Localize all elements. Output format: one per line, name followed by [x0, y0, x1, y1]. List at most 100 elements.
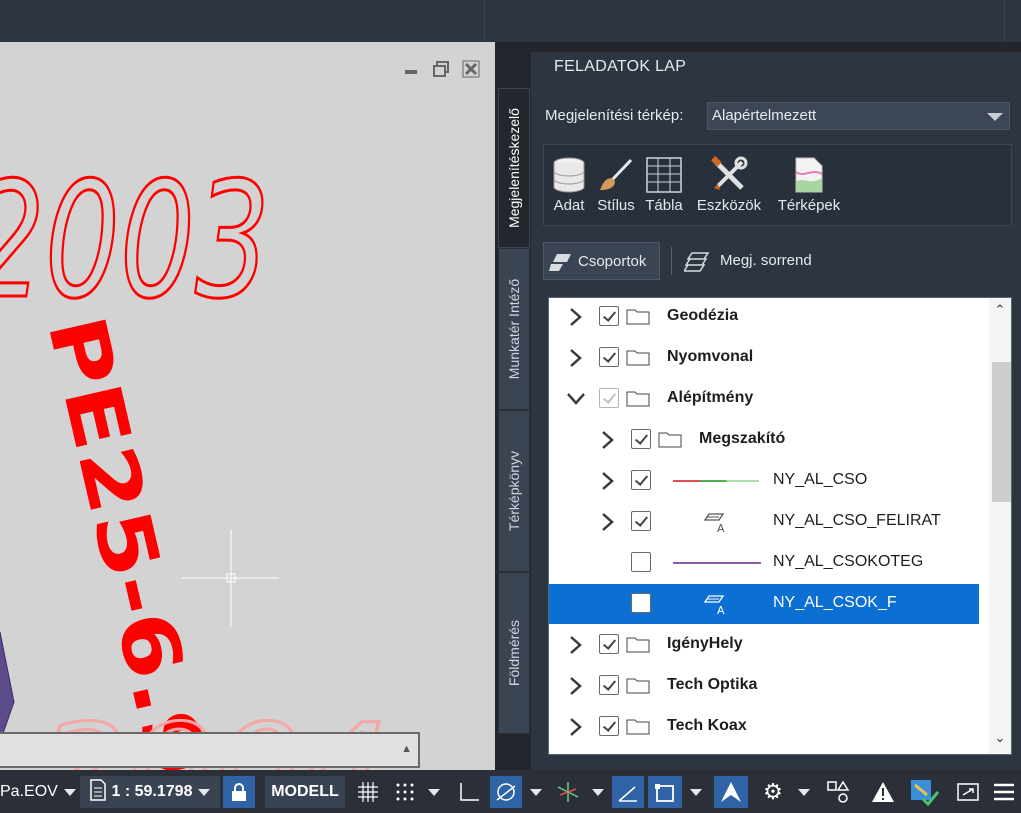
layer-row[interactable]: Tech Koax: [549, 707, 979, 747]
display-map-dropdown[interactable]: Alapértelmezett: [707, 102, 1010, 130]
groups-button[interactable]: Csoportok: [543, 242, 660, 280]
isodraft-dropdown-icon[interactable]: [588, 776, 608, 808]
object-snap-icon[interactable]: [648, 776, 682, 808]
chevron-right-icon[interactable]: [567, 676, 585, 696]
tool-data-button[interactable]: Adat: [549, 155, 589, 219]
coord-system-button[interactable]: Pa.EOV: [0, 776, 76, 808]
layer-tree[interactable]: Geodézia Nyomvonal Alépítmény Megszakító NY_…: [548, 297, 1012, 755]
layer-row[interactable]: NY_AL_CSOKOTEG: [549, 543, 979, 583]
chevron-down-icon: [987, 113, 1003, 121]
layer-label: Megszakító: [699, 430, 786, 447]
chevron-right-icon[interactable]: [567, 307, 585, 327]
folder-icon: [626, 308, 650, 325]
layer-label: Tech Optika: [667, 676, 758, 693]
visibility-checkbox[interactable]: [599, 388, 619, 408]
command-line[interactable]: ▲: [0, 732, 420, 768]
annotation-visibility-icon[interactable]: [714, 776, 748, 808]
groups-icon: [549, 252, 573, 276]
polar-dropdown-icon[interactable]: [526, 776, 546, 808]
chevron-right-icon[interactable]: [567, 635, 585, 655]
chevron-right-icon[interactable]: [567, 717, 585, 737]
layer-row[interactable]: Nyomvonal: [549, 338, 979, 378]
tool-style-button[interactable]: Stílus: [594, 155, 638, 219]
visibility-checkbox[interactable]: [631, 429, 651, 449]
scroll-up-icon[interactable]: ⌃: [993, 302, 1007, 318]
scroll-thumb[interactable]: [992, 362, 1011, 502]
tab-display-manager[interactable]: Megjelenítéskezelő: [498, 88, 530, 248]
sync-status-icon[interactable]: [904, 776, 944, 808]
tab-label: Földmérés: [506, 619, 522, 687]
draw-order-label: Megj. sorrend: [720, 252, 812, 269]
snap-dropdown-icon[interactable]: [424, 776, 444, 808]
fullscreen-icon[interactable]: [951, 776, 985, 808]
display-manager-panel: FELADATOK LAP Megjelenítési térkép: Alap…: [531, 52, 1021, 770]
visibility-checkbox[interactable]: [599, 634, 619, 654]
tree-scrollbar[interactable]: ⌃ ⌄: [989, 298, 1011, 754]
shapes-icon[interactable]: [822, 776, 854, 808]
layer-row[interactable]: NY_AL_CSO: [549, 461, 979, 501]
toolbar-divider: [671, 247, 672, 275]
folder-icon: [626, 718, 650, 735]
tab-label: Munkatér Intéző: [506, 278, 522, 380]
model-space-button[interactable]: MODELL: [265, 776, 345, 808]
visibility-checkbox[interactable]: [631, 552, 651, 572]
grid-icon[interactable]: [352, 776, 384, 808]
gear-icon[interactable]: ⚙: [756, 776, 790, 808]
drawing-viewport[interactable]: 2003 PE25-6.9 2004 ▲: [0, 42, 495, 770]
coord-system-value: Pa.EOV: [0, 783, 58, 800]
tab-map-book[interactable]: Térképkönyv: [498, 410, 530, 572]
visibility-checkbox[interactable]: [631, 470, 651, 490]
layer-row[interactable]: Tech Optika: [549, 666, 979, 706]
warning-icon[interactable]: [866, 776, 900, 808]
tool-label: Stílus: [597, 197, 635, 214]
restore-icon[interactable]: [431, 60, 451, 78]
chevron-right-icon[interactable]: [599, 430, 617, 450]
menu-icon[interactable]: [988, 776, 1020, 808]
chevron-down-icon[interactable]: [566, 389, 585, 409]
tool-maps-button[interactable]: Térképek: [773, 155, 845, 219]
visibility-checkbox[interactable]: [631, 593, 651, 613]
annotation-scale-button[interactable]: 1 : 59.1798: [80, 776, 220, 808]
visibility-checkbox[interactable]: [631, 511, 651, 531]
polar-tracking-icon[interactable]: [490, 776, 522, 808]
folder-icon: [626, 349, 650, 366]
scale-value: 1 : 59.1798: [111, 783, 193, 800]
tab-workspace-explorer[interactable]: Munkatér Intéző: [498, 248, 530, 410]
visibility-checkbox[interactable]: [599, 716, 619, 736]
layer-row[interactable]: Megszakító: [549, 420, 979, 460]
title-bar-separator: [1004, 0, 1005, 42]
tool-table-button[interactable]: Tábla: [643, 155, 685, 219]
workspace-dropdown-icon[interactable]: [794, 776, 814, 808]
chevron-right-icon[interactable]: [599, 512, 617, 532]
layer-row[interactable]: Geodézia: [549, 298, 979, 337]
visibility-checkbox[interactable]: [599, 675, 619, 695]
drawing-canvas: 2003 PE25-6.9 2004: [0, 146, 392, 770]
ortho-icon[interactable]: [453, 776, 485, 808]
title-bar-separator: [484, 0, 485, 42]
visibility-checkbox[interactable]: [599, 306, 619, 326]
object-snap-dropdown-icon[interactable]: [686, 776, 706, 808]
visibility-checkbox[interactable]: [599, 347, 619, 367]
scroll-down-icon[interactable]: ⌄: [993, 730, 1007, 746]
tab-survey[interactable]: Földmérés: [498, 572, 530, 734]
task-pane: Megjelenítéskezelő Munkatér Intéző Térké…: [495, 42, 1021, 770]
lock-icon[interactable]: [223, 776, 255, 808]
command-history-up-icon[interactable]: ▲: [401, 743, 412, 755]
layer-row[interactable]: IgényHely: [549, 625, 979, 665]
tools-icon: [695, 155, 763, 195]
object-snap-tracking-icon[interactable]: [612, 776, 644, 808]
snap-icon[interactable]: [389, 776, 421, 808]
isodraft-icon[interactable]: [552, 776, 584, 808]
chevron-right-icon[interactable]: [567, 348, 585, 368]
tab-label: Térképkönyv: [506, 450, 522, 532]
layer-row[interactable]: Alépítmény: [549, 379, 979, 419]
close-icon[interactable]: [461, 60, 481, 78]
tool-tools-button[interactable]: Eszközök: [695, 155, 763, 219]
minimize-icon[interactable]: [401, 60, 421, 78]
chevron-right-icon[interactable]: [599, 471, 617, 491]
layer-row[interactable]: A NY_AL_CSO_FELIRAT: [549, 502, 979, 542]
folder-icon: [658, 431, 682, 448]
layer-row[interactable]: A NY_AL_CSOK_F: [549, 584, 979, 624]
draw-order-button[interactable]: Megj. sorrend: [682, 242, 844, 280]
layer-label: IgényHely: [667, 635, 743, 652]
